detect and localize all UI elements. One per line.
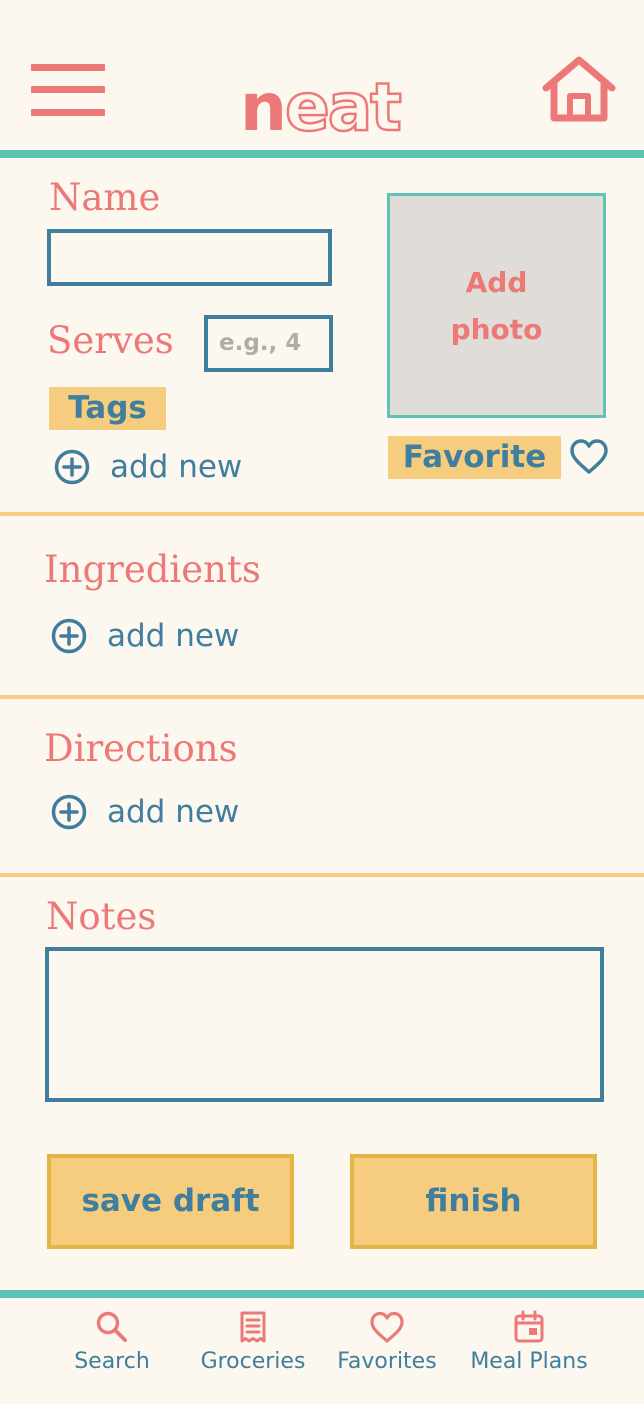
add-ingredient-label: add new [107, 618, 240, 654]
add-direction-button[interactable]: add new [51, 790, 239, 834]
add-photo-label: Add photo [450, 265, 543, 346]
hamburger-bar [31, 86, 105, 93]
heart-icon [370, 1311, 404, 1343]
menu-button[interactable] [31, 64, 105, 116]
nav-favorites[interactable]: Favorites [317, 1310, 457, 1390]
tags-label: Tags [49, 387, 166, 430]
favorite-label: Favorite [388, 436, 561, 479]
search-icon [96, 1311, 127, 1342]
hamburger-bar [31, 109, 105, 116]
plus-circle-icon [51, 618, 87, 654]
section-divider [0, 873, 644, 877]
add-tag-label: add new [110, 449, 243, 485]
plus-circle-icon [54, 449, 90, 485]
notes-textarea[interactable] [45, 947, 604, 1102]
add-direction-label: add new [107, 794, 240, 830]
ingredients-title: Ingredients [44, 548, 261, 591]
receipt-icon [240, 1311, 266, 1343]
nav-favorites-label: Favorites [337, 1349, 437, 1374]
nav-meal-plans[interactable]: Meal Plans [459, 1310, 599, 1390]
serves-label: Serves [47, 319, 174, 362]
nav-groceries[interactable]: Groceries [183, 1310, 323, 1390]
home-icon[interactable] [541, 55, 617, 123]
bottom-nav-divider [0, 1290, 644, 1298]
save-draft-button[interactable]: save draft [47, 1154, 294, 1249]
app-logo: neat [240, 69, 403, 146]
section-divider [0, 512, 644, 516]
calendar-icon [514, 1310, 544, 1343]
add-ingredient-button[interactable]: add new [51, 614, 239, 658]
plus-circle-icon [51, 794, 87, 830]
nav-search[interactable]: Search [42, 1310, 182, 1390]
finish-button[interactable]: finish [350, 1154, 597, 1249]
notes-title: Notes [46, 895, 157, 938]
add-tag-button[interactable]: add new [54, 445, 242, 489]
add-photo-button[interactable]: Add photo [387, 193, 606, 418]
serves-input[interactable]: e.g., 4 [204, 315, 333, 372]
header-divider [0, 150, 644, 158]
nav-meal-plans-label: Meal Plans [470, 1349, 588, 1374]
name-label: Name [49, 176, 161, 219]
nav-search-label: Search [74, 1349, 150, 1374]
hamburger-bar [31, 64, 105, 71]
favorite-heart-icon[interactable] [569, 437, 609, 477]
name-input[interactable] [47, 229, 332, 286]
directions-title: Directions [44, 727, 238, 770]
nav-groceries-label: Groceries [200, 1349, 306, 1374]
section-divider [0, 695, 644, 699]
